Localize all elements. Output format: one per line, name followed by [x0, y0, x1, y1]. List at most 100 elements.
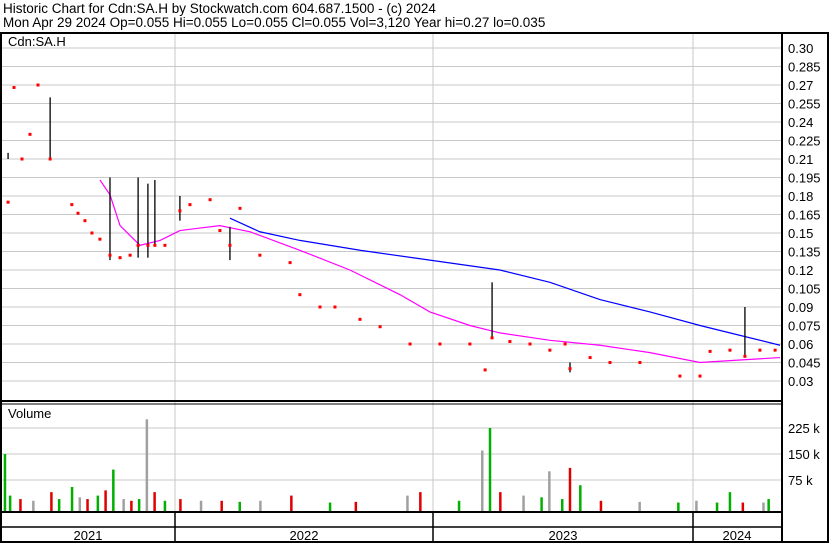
close-point [108, 253, 112, 257]
price-tick-label: 0.15 [788, 226, 813, 241]
volume-bar [481, 450, 484, 511]
close-point [528, 342, 532, 346]
close-point [588, 356, 592, 360]
volume-bar [762, 502, 765, 511]
year-label: 2023 [549, 528, 578, 543]
volume-bar [32, 500, 35, 511]
price-tick-label: 0.09 [788, 300, 813, 315]
close-point [408, 342, 412, 346]
volume-bar [419, 492, 422, 511]
volume-bar [579, 485, 582, 511]
volume-bar [677, 502, 680, 511]
close-point [773, 348, 777, 352]
price-tick-label: 0.30 [788, 41, 813, 56]
volume-bar [548, 471, 551, 511]
close-point [288, 261, 292, 265]
volume-bar [86, 499, 89, 511]
close-point [318, 305, 322, 309]
volume-bar [540, 497, 543, 511]
volume-bar [96, 495, 100, 511]
close-point [758, 348, 762, 352]
close-point [438, 342, 442, 346]
close-point [490, 336, 494, 340]
price-tick-label: 0.27 [788, 78, 813, 93]
price-tick-label: 0.285 [788, 60, 821, 75]
price-tick-label: 0.105 [788, 282, 821, 297]
moving-average-short [99, 179, 781, 364]
price-tick-label: 0.06 [788, 337, 813, 352]
volume-bar [499, 492, 502, 511]
close-point [743, 354, 747, 358]
volume-bar [130, 500, 133, 511]
symbol-label: Cdn:SA.H [8, 34, 66, 49]
close-point [128, 253, 132, 257]
volume-bar [122, 499, 125, 511]
volume-bar [220, 500, 223, 511]
close-point [83, 219, 87, 223]
close-point [333, 305, 337, 309]
price-tick-label: 0.165 [788, 208, 821, 223]
volume-bar [3, 454, 7, 511]
volume-bar [695, 500, 698, 511]
volume-bar [488, 428, 492, 511]
volume-bar [259, 500, 262, 511]
volume-bar [328, 502, 332, 511]
price-tick-label: 0.18 [788, 189, 813, 204]
volume-bar [8, 495, 12, 511]
close-point [48, 157, 52, 161]
close-point [36, 83, 40, 87]
close-point [218, 229, 222, 233]
price-tick-label: 0.225 [788, 134, 821, 149]
close-point [698, 374, 702, 378]
close-point [118, 256, 122, 260]
volume-bar [406, 495, 409, 511]
close-point [228, 243, 232, 247]
volume-bar [104, 490, 107, 511]
close-point [358, 317, 362, 321]
volume-bar [199, 500, 203, 511]
close-point [136, 243, 140, 247]
price-tick-label: 0.195 [788, 171, 821, 186]
close-point [238, 206, 242, 210]
year-label: 2024 [723, 528, 752, 543]
close-point [98, 237, 102, 241]
close-point [378, 325, 382, 329]
volume-tick-label: 75 k [788, 473, 813, 488]
close-point [188, 203, 192, 207]
volume-bar [522, 495, 525, 511]
close-point [178, 209, 182, 213]
volume-tick-label: 225 k [788, 421, 820, 436]
price-tick-label: 0.135 [788, 245, 821, 260]
close-point [28, 132, 32, 136]
close-point [483, 368, 487, 372]
year-label: 2022 [290, 528, 319, 543]
volume-bar [179, 499, 182, 511]
volume-bar [457, 500, 461, 511]
volume-bar [50, 492, 53, 511]
volume-bar [70, 486, 74, 511]
close-point [163, 243, 167, 247]
volume-bar [638, 501, 641, 511]
volume-bar [112, 469, 115, 511]
price-tick-label: 0.03 [788, 374, 813, 389]
close-point [70, 203, 74, 207]
volume-bar [137, 499, 141, 511]
price-tick-label: 0.21 [788, 152, 813, 167]
volume-bar [57, 499, 61, 511]
close-point [153, 243, 157, 247]
volume-bar [163, 500, 167, 511]
volume-bar [741, 502, 745, 511]
price-tick-label: 0.045 [788, 356, 821, 371]
volume-bar [153, 492, 156, 511]
volume-bar [145, 419, 149, 511]
volume-bar [19, 499, 22, 511]
year-label: 2021 [74, 528, 103, 543]
price-tick-label: 0.24 [788, 115, 813, 130]
close-point [20, 157, 24, 161]
close-point [728, 348, 732, 352]
volume-bar [238, 501, 241, 511]
close-point [608, 361, 612, 364]
close-point [6, 200, 10, 204]
close-point [568, 367, 572, 371]
close-point [468, 342, 472, 346]
